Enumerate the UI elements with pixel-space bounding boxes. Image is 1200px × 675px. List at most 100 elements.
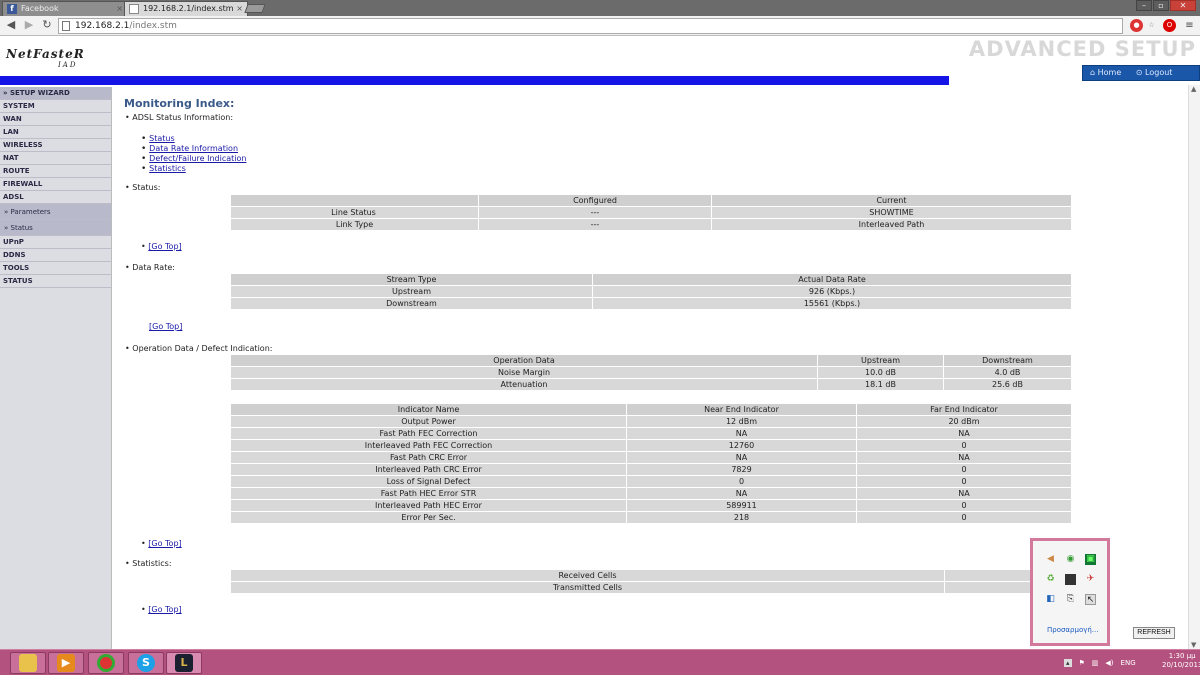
sidebar-item-firewall[interactable]: FIREWALL: [0, 178, 111, 191]
table-cell: 4.0 dB: [943, 366, 1072, 379]
sidebar-item-route[interactable]: ROUTE: [0, 165, 111, 178]
sidebar-item-nat[interactable]: NAT: [0, 152, 111, 165]
page-banner-title: ADVANCED SETUP: [968, 37, 1196, 61]
cursor-icon[interactable]: ↖: [1085, 594, 1096, 605]
new-tab-button[interactable]: [244, 4, 266, 13]
logout-link[interactable]: ⊙ Logout: [1136, 68, 1179, 77]
sidebar-item-upnp[interactable]: UPnP: [0, 236, 111, 249]
league-icon: L: [175, 654, 193, 672]
table-row: Interleaved Path CRC Error 7829 0: [230, 463, 1072, 476]
link-data-rate[interactable]: Data Rate Information: [149, 144, 238, 153]
table-cell: 926 (Kbps.): [592, 285, 1072, 298]
menu-icon[interactable]: ≡: [1183, 19, 1196, 32]
refresh-button[interactable]: REFRESH: [1133, 627, 1175, 639]
show-hidden-icons[interactable]: ▴: [1064, 659, 1072, 667]
sidebar-item-parameters[interactable]: » Parameters: [0, 204, 111, 220]
go-top-link[interactable]: [Go Top]: [148, 242, 181, 251]
table-row: Interleaved Path HEC Error 589911 0: [230, 499, 1072, 512]
network-tray-icon[interactable]: ▥: [1092, 659, 1099, 667]
vertical-scrollbar[interactable]: ▲ ▼: [1188, 85, 1200, 649]
sync-icon[interactable]: ♻: [1045, 574, 1056, 585]
table-row: Fast Path HEC Error STR NA NA: [230, 487, 1072, 500]
clock-date: 20/10/2013: [1162, 661, 1200, 669]
table-row: Loss of Signal Defect 0 0: [230, 475, 1072, 488]
status-label: Status:: [132, 183, 161, 192]
go-top-link[interactable]: [Go Top]: [148, 605, 181, 614]
go-top-link[interactable]: [Go Top]: [148, 539, 181, 548]
table-cell: NA: [626, 451, 857, 464]
sidebar-item-ddns[interactable]: DDNS: [0, 249, 111, 262]
close-tab-icon[interactable]: ×: [116, 2, 123, 15]
table-cell: 7829: [626, 463, 857, 476]
star-icon[interactable]: ☆: [1145, 19, 1158, 32]
sidebar-item-lan[interactable]: LAN: [0, 126, 111, 139]
monitor-icon[interactable]: ▣: [1085, 554, 1096, 565]
link-status[interactable]: Status: [149, 134, 175, 143]
sidebar-item-status-sub[interactable]: » Status: [0, 220, 111, 236]
taskbar-explorer[interactable]: [10, 652, 46, 674]
sidebar-item-wan[interactable]: WAN: [0, 113, 111, 126]
network-icon[interactable]: ◉: [1065, 554, 1076, 565]
forward-icon[interactable]: ▶: [22, 18, 36, 32]
url-path: /index.stm: [129, 21, 177, 31]
sidebar-item-adsl[interactable]: ADSL: [0, 191, 111, 204]
tab-index-stm[interactable]: 192.168.2.1/index.stm ×: [124, 1, 248, 16]
table-cell: Attenuation: [230, 378, 818, 391]
update-icon[interactable]: ◧: [1045, 594, 1056, 605]
back-icon[interactable]: ◀: [4, 18, 18, 32]
sidebar-item-status[interactable]: STATUS: [0, 275, 111, 288]
reload-icon[interactable]: ↻: [40, 18, 54, 32]
table-row: Fast Path CRC Error NA NA: [230, 451, 1072, 464]
address-bar[interactable]: 192.168.2.1/index.stm: [58, 18, 1123, 34]
table-row: Noise Margin 10.0 dB 4.0 dB: [230, 366, 1072, 379]
volume-icon[interactable]: ◀): [1105, 659, 1113, 667]
minimize-button[interactable]: –: [1136, 0, 1152, 11]
top-links: ⌂ Home ⊙ Logout: [1082, 65, 1200, 81]
speaker-icon[interactable]: ◀: [1045, 554, 1056, 565]
sidebar-item-wireless[interactable]: WIRELESS: [0, 139, 111, 152]
logo-text: NetFasteR: [6, 47, 85, 61]
close-tab-icon[interactable]: ×: [236, 2, 243, 15]
table-cell: SHOWTIME: [711, 206, 1072, 219]
table-header: Upstream: [817, 354, 944, 367]
language-indicator[interactable]: ENG: [1121, 659, 1136, 667]
taskbar-skype[interactable]: S: [128, 652, 164, 674]
go-top-link[interactable]: [Go Top]: [149, 322, 182, 331]
statistics-label: Statistics:: [132, 559, 172, 568]
link-defect-failure[interactable]: Defect/Failure Indication: [149, 154, 246, 163]
antivirus-icon[interactable]: ✈: [1085, 574, 1096, 585]
table-row: Received Cells 136181: [230, 569, 1072, 582]
sidebar-item-tools[interactable]: TOOLS: [0, 262, 111, 275]
app-icon[interactable]: [1065, 574, 1076, 585]
extension-icon[interactable]: ●: [1130, 19, 1143, 32]
opera-icon[interactable]: O: [1163, 19, 1176, 32]
media-player-icon: ▶: [57, 654, 75, 672]
skype-icon: S: [137, 654, 155, 672]
sidebar-item-setup-wizard[interactable]: » SETUP WIZARD: [0, 87, 111, 100]
maximize-button[interactable]: ▫: [1153, 0, 1169, 11]
usb-icon[interactable]: ⎘: [1065, 594, 1076, 605]
table-row: Link Type --- Interleaved Path: [230, 218, 1072, 231]
table-cell: Upstream: [230, 285, 593, 298]
clock[interactable]: 1:30 μμ 20/10/2013: [1162, 652, 1200, 670]
flag-icon[interactable]: ⚑: [1079, 659, 1085, 667]
customize-link[interactable]: Προσαρμογή...: [1047, 626, 1098, 634]
table-cell: 0: [856, 475, 1072, 488]
tab-facebook[interactable]: f Facebook ×: [2, 1, 128, 16]
table-cell: 0: [626, 475, 857, 488]
home-link[interactable]: ⌂ Home: [1090, 68, 1127, 77]
table-cell: 12 dBm: [626, 415, 857, 428]
taskbar-chrome[interactable]: [88, 652, 124, 674]
sidebar-item-system[interactable]: SYSTEM: [0, 100, 111, 113]
browser-tab-strip: f Facebook × 192.168.2.1/index.stm × – ▫…: [0, 0, 1200, 16]
taskbar-league[interactable]: L: [166, 652, 202, 674]
header-blue-bar: [0, 76, 949, 85]
close-window-button[interactable]: ✕: [1170, 0, 1196, 11]
scroll-up-icon[interactable]: ▲: [1191, 85, 1196, 93]
scroll-down-icon[interactable]: ▼: [1191, 641, 1196, 649]
table-cell: 589911: [626, 499, 857, 512]
taskbar-media-player[interactable]: ▶: [48, 652, 84, 674]
link-statistics[interactable]: Statistics: [149, 164, 186, 173]
tab-label: Facebook: [21, 4, 59, 13]
statistics-heading: Statistics:: [125, 559, 172, 568]
